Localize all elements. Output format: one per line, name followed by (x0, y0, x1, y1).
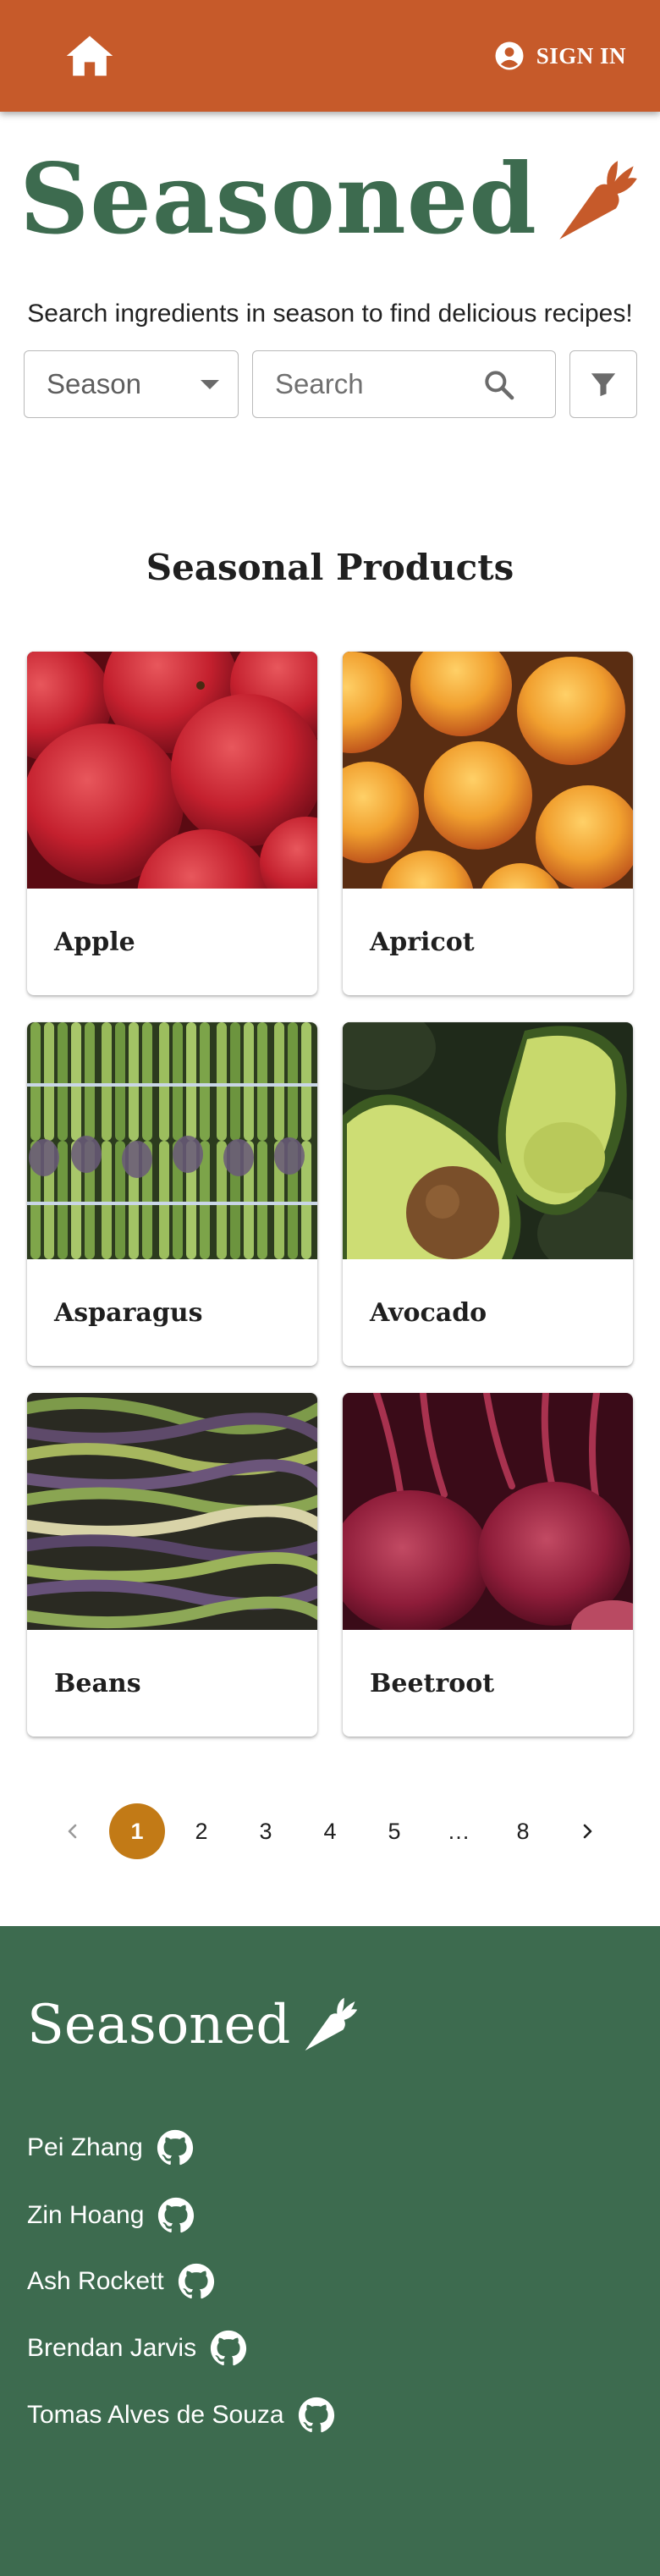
product-name: Avocado (370, 1298, 487, 1328)
page-button[interactable]: 5 (366, 1803, 422, 1859)
account-circle-icon (495, 41, 524, 70)
filter-button[interactable] (569, 350, 637, 418)
product-name: Apricot (370, 927, 475, 957)
season-select[interactable]: Season (24, 350, 239, 418)
beans-photo (27, 1393, 317, 1630)
tagline: Search ingredients in season to find del… (27, 300, 633, 328)
filter-icon (591, 373, 616, 397)
avocado-photo (343, 1022, 633, 1259)
github-icon[interactable] (157, 2129, 194, 2166)
product-card-apricot[interactable]: Apricot (343, 652, 633, 995)
dropdown-arrow-icon (201, 380, 219, 389)
product-card-avocado[interactable]: Avocado (343, 1022, 633, 1366)
pagination: 1 2 3 4 5 … 8 (0, 1803, 660, 1859)
contributor-link[interactable]: Brendan Jarvis (27, 2330, 247, 2367)
carrot-icon (553, 157, 641, 245)
contributor-link[interactable]: Pei Zhang (27, 2129, 194, 2166)
page-button[interactable]: 2 (173, 1803, 229, 1859)
page-ellipsis: … (447, 1818, 470, 1844)
page-button[interactable]: 1 (109, 1803, 165, 1859)
page-button[interactable]: 4 (302, 1803, 358, 1859)
github-icon[interactable] (157, 2197, 195, 2234)
logo-text: Seasoned (19, 142, 538, 256)
chevron-right-icon (583, 1824, 592, 1839)
contributor-link[interactable]: Ash Rockett (27, 2263, 215, 2300)
apricot-photo (343, 652, 633, 889)
github-icon[interactable] (298, 2397, 335, 2434)
sign-in-button[interactable]: SIGN IN (494, 34, 626, 78)
contributor-name: Ash Rockett (27, 2267, 164, 2295)
product-name: Beans (54, 1669, 141, 1698)
contributor-name: Tomas Alves de Souza (27, 2401, 284, 2429)
footer-logo: Seasoned (27, 1995, 360, 2055)
brand-logo: Seasoned (0, 151, 660, 247)
footer-logo-text: Seasoned (27, 1994, 291, 2056)
home-button[interactable] (63, 32, 117, 80)
section-title: Seasonal Products (146, 547, 514, 588)
product-card-beans[interactable]: Beans (27, 1393, 317, 1737)
contributor-link[interactable]: Zin Hoang (27, 2197, 195, 2234)
home-icon (66, 36, 113, 76)
contributor-name: Brendan Jarvis (27, 2334, 197, 2362)
product-name: Asparagus (54, 1298, 203, 1328)
search-input[interactable] (253, 368, 473, 400)
asparagus-photo (27, 1022, 317, 1259)
contributor-name: Zin Hoang (27, 2201, 145, 2229)
carrot-icon (300, 1995, 360, 2055)
footer: Seasoned Pei Zhang Zin Hoang Ash Rockett… (0, 1926, 660, 2576)
github-icon[interactable] (210, 2330, 247, 2367)
previous-page-button[interactable] (45, 1803, 101, 1859)
search-field[interactable] (252, 350, 556, 418)
search-icon[interactable] (482, 368, 516, 402)
product-card-beetroot[interactable]: Beetroot (343, 1393, 633, 1737)
product-card-asparagus[interactable]: Asparagus (27, 1022, 317, 1366)
contributor-name: Pei Zhang (27, 2133, 143, 2161)
season-select-label: Season (47, 368, 141, 399)
app-bar: SIGN IN (0, 0, 660, 112)
next-page-button[interactable] (559, 1803, 615, 1859)
contributor-link[interactable]: Tomas Alves de Souza (27, 2397, 335, 2434)
page-button[interactable]: 8 (495, 1803, 551, 1859)
github-icon[interactable] (178, 2263, 215, 2300)
apple-photo (27, 652, 317, 889)
page-button[interactable]: 3 (238, 1803, 294, 1859)
chevron-left-icon (68, 1824, 77, 1839)
product-name: Beetroot (370, 1669, 495, 1698)
product-name: Apple (54, 927, 135, 957)
beetroot-photo (343, 1393, 633, 1630)
sign-in-label: SIGN IN (536, 42, 626, 69)
product-card-apple[interactable]: Apple (27, 652, 317, 995)
